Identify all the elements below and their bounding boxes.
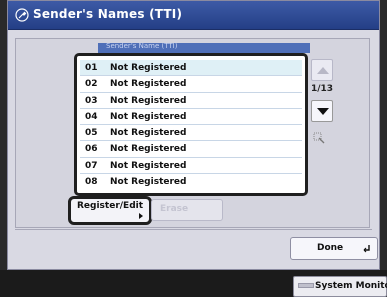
- list-item-name: Not Registered: [110, 160, 187, 171]
- list-item-name: Not Registered: [110, 111, 187, 122]
- list-item-name: Not Registered: [110, 128, 187, 139]
- list-item[interactable]: 01 Not Registered: [80, 60, 302, 77]
- pointer-icon: [313, 132, 325, 144]
- list-header-label: Sender's Name (TTI): [106, 42, 178, 50]
- list-item-number: 03: [85, 95, 98, 106]
- enter-icon: [363, 245, 370, 253]
- register-edit-button[interactable]: Register/Edit: [68, 196, 152, 225]
- list-item-name: Not Registered: [110, 177, 187, 188]
- list-item[interactable]: 04 Not Registered: [80, 109, 302, 126]
- erase-label: Erase: [160, 204, 189, 214]
- scroll-up-button[interactable]: [311, 59, 333, 81]
- register-edit-label: Register/Edit: [77, 201, 144, 211]
- system-monitor-button[interactable]: System Monitor: [293, 276, 387, 297]
- title-bar: Sender's Names (TTI): [8, 1, 379, 30]
- list-item[interactable]: 05 Not Registered: [80, 125, 302, 142]
- system-monitor-label: System Monitor: [315, 281, 387, 291]
- screen: Sender's Names (TTI) Sender's Name (TTI)…: [7, 0, 380, 270]
- list-item-number: 06: [85, 144, 98, 155]
- list-item-name: Not Registered: [110, 144, 187, 155]
- list-item[interactable]: 03 Not Registered: [80, 93, 302, 109]
- list-item-number: 05: [85, 128, 98, 139]
- erase-button[interactable]: Erase: [151, 199, 223, 221]
- monitor-icon: [298, 283, 314, 288]
- page-title: Sender's Names (TTI): [33, 7, 183, 21]
- list-item[interactable]: 06 Not Registered: [80, 141, 302, 158]
- list-item-name: Not Registered: [110, 79, 187, 90]
- list-item-number: 02: [85, 79, 98, 90]
- list-item-number: 04: [85, 111, 98, 122]
- scroll-down-button[interactable]: [311, 100, 333, 122]
- chevron-up-icon: [317, 67, 329, 74]
- wrench-icon: [15, 8, 29, 22]
- done-label: Done: [317, 243, 344, 253]
- list-item-number: 07: [85, 160, 98, 171]
- list-item[interactable]: 02 Not Registered: [80, 76, 302, 93]
- list-item-number: 08: [85, 177, 98, 188]
- divider: [15, 229, 372, 230]
- list-item[interactable]: 07 Not Registered: [80, 158, 302, 175]
- done-button[interactable]: Done: [290, 237, 378, 260]
- list-item-name: Not Registered: [110, 63, 187, 73]
- list-item[interactable]: 08 Not Registered: [80, 174, 302, 190]
- list-item-name: Not Registered: [110, 95, 187, 106]
- arrow-right-icon: [139, 213, 143, 219]
- device-frame: Sender's Names (TTI) Sender's Name (TTI)…: [0, 0, 387, 297]
- list-header: Sender's Name (TTI): [98, 42, 310, 53]
- sender-names-list: 01 Not Registered 02 Not Registered 03 N…: [74, 53, 308, 196]
- list-item-number: 01: [85, 63, 98, 73]
- chevron-down-icon: [317, 108, 329, 115]
- page-indicator: 1/13: [311, 84, 334, 94]
